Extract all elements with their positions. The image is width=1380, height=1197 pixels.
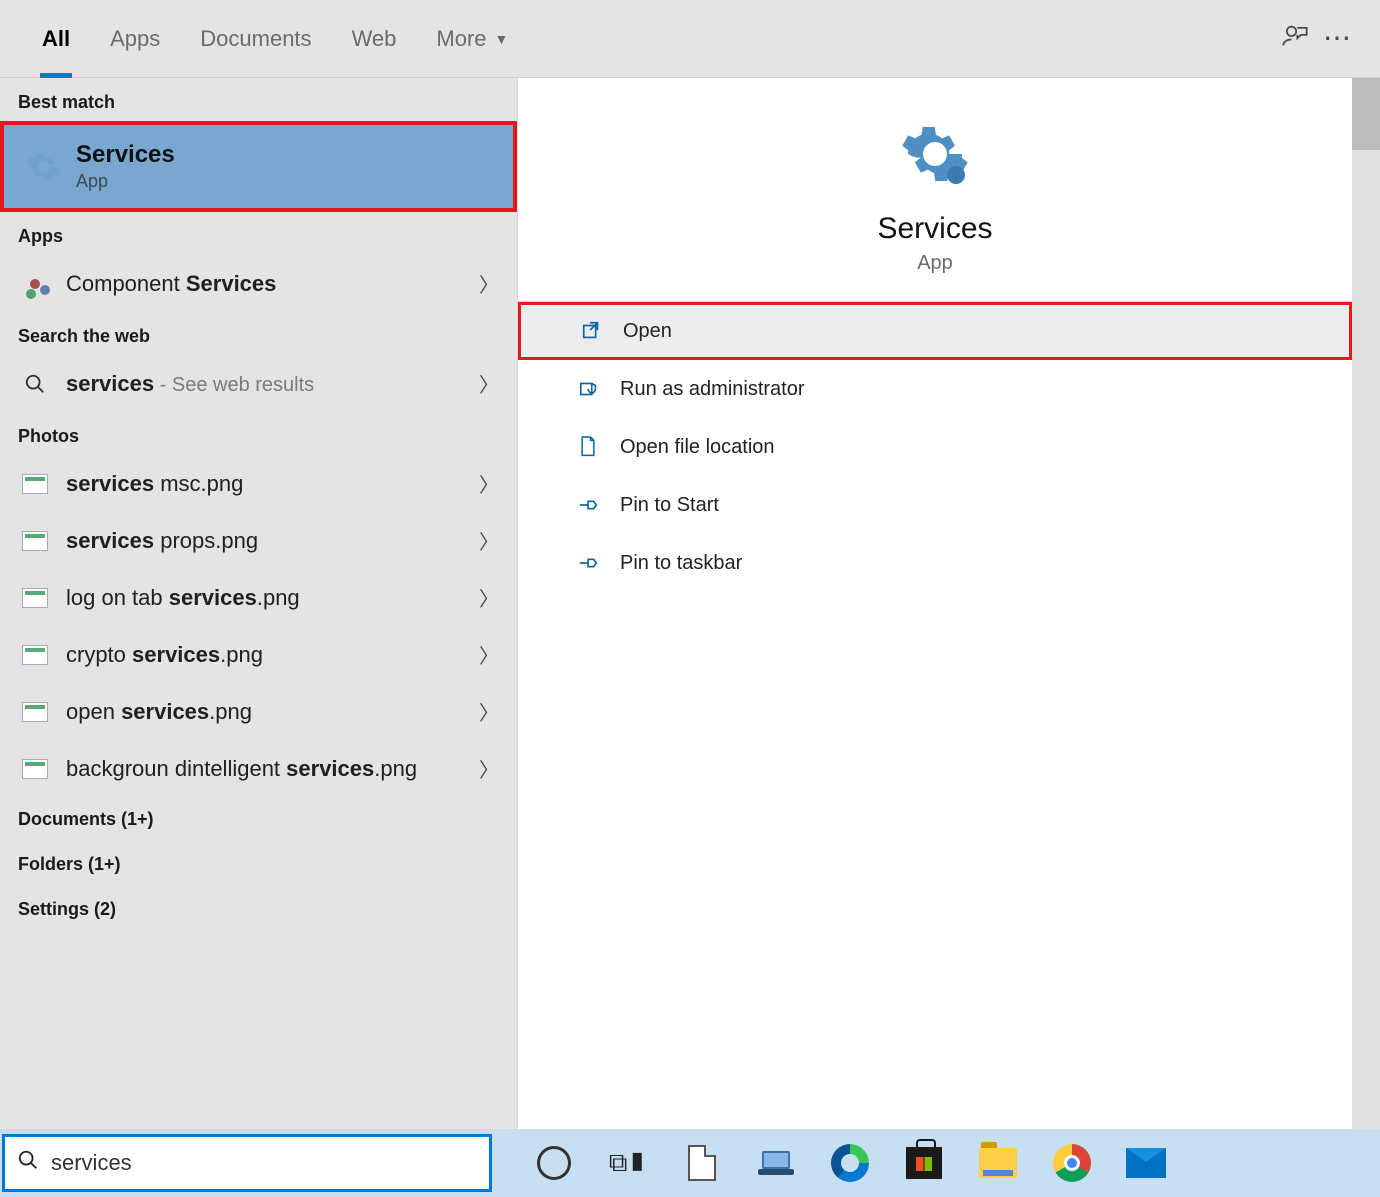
image-thumb-icon <box>18 642 52 668</box>
result-photo-3[interactable]: crypto services.png〉 <box>0 626 517 683</box>
result-photo-0[interactable]: services msc.png〉 <box>0 455 517 512</box>
best-match-title: Services <box>76 141 175 169</box>
result-label: crypto services.png <box>66 642 479 668</box>
action-open-location[interactable]: Open file location <box>518 418 1352 476</box>
action-open[interactable]: Open <box>518 302 1352 360</box>
image-thumb-icon <box>18 699 52 725</box>
section-documents[interactable]: Documents (1+) <box>0 797 517 842</box>
options-icon[interactable] <box>1316 24 1358 53</box>
result-photo-5[interactable]: backgroun dintelligent services.png〉 <box>0 740 517 797</box>
section-settings[interactable]: Settings (2) <box>0 887 517 932</box>
best-match-subtitle: App <box>76 171 175 192</box>
task-view-icon[interactable]: ⧉▮ <box>606 1141 650 1185</box>
result-apps-0[interactable]: Component Services 〉 <box>0 255 517 312</box>
scrollbar-thumb[interactable] <box>1352 78 1380 150</box>
chevron-right-icon: 〉 <box>479 269 499 298</box>
result-label: open services.png <box>66 699 479 725</box>
action-label: Open file location <box>620 436 775 459</box>
section-folders[interactable]: Folders (1+) <box>0 842 517 887</box>
search-icon <box>5 1149 51 1177</box>
results-list: Best match Services App Apps Component S… <box>0 78 518 1129</box>
microsoft-store-icon[interactable] <box>902 1141 946 1185</box>
cortana-icon[interactable] <box>532 1141 576 1185</box>
action-pin-taskbar[interactable]: Pin to taskbar <box>518 534 1352 592</box>
search-input[interactable] <box>51 1150 489 1176</box>
search-icon <box>18 371 52 397</box>
result-label: services msc.png <box>66 471 479 497</box>
tab-all[interactable]: All <box>22 0 90 78</box>
tab-apps[interactable]: Apps <box>90 0 180 78</box>
tab-more-label: More <box>436 26 486 52</box>
action-label: Pin to Start <box>620 494 719 517</box>
taskbar-search[interactable] <box>2 1134 492 1192</box>
tab-documents[interactable]: Documents <box>180 0 331 78</box>
services-gear-icon <box>22 145 66 189</box>
mail-icon[interactable] <box>1124 1141 1168 1185</box>
action-label: Run as administrator <box>620 378 805 401</box>
feedback-icon[interactable] <box>1274 22 1316 56</box>
chevron-right-icon: 〉 <box>479 640 499 669</box>
libreoffice-icon[interactable] <box>680 1141 724 1185</box>
action-label: Pin to taskbar <box>620 552 742 575</box>
scrollbar[interactable] <box>1352 78 1380 1129</box>
action-label: Open <box>623 320 672 343</box>
tab-more[interactable]: More ▼ <box>416 0 528 78</box>
search-tabs: All Apps Documents Web More ▼ <box>0 0 1380 78</box>
result-photo-2[interactable]: log on tab services.png〉 <box>0 569 517 626</box>
chrome-icon[interactable] <box>1050 1141 1094 1185</box>
preview-subtitle: App <box>917 252 953 275</box>
result-photo-4[interactable]: open services.png〉 <box>0 683 517 740</box>
chevron-right-icon: 〉 <box>479 754 499 783</box>
result-photo-1[interactable]: services props.png〉 <box>0 512 517 569</box>
image-thumb-icon <box>18 585 52 611</box>
preview-pane: Services App Open Run as administrator O… <box>518 78 1352 1129</box>
section-web: Search the web <box>0 312 517 355</box>
result-label: backgroun dintelligent services.png <box>66 756 479 782</box>
chevron-down-icon: ▼ <box>495 31 509 47</box>
result-label: log on tab services.png <box>66 585 479 611</box>
result-web[interactable]: services - See web results 〉 <box>0 355 517 412</box>
result-label: services props.png <box>66 528 479 554</box>
result-label: Component Services <box>66 271 479 297</box>
section-apps: Apps <box>0 212 517 255</box>
edge-icon[interactable] <box>828 1141 872 1185</box>
chevron-right-icon: 〉 <box>479 526 499 555</box>
best-match-result[interactable]: Services App <box>0 121 517 212</box>
component-services-icon <box>18 271 52 297</box>
chevron-right-icon: 〉 <box>479 697 499 726</box>
preview-title: Services <box>877 212 992 246</box>
section-photos: Photos <box>0 412 517 455</box>
pin-icon <box>578 553 620 573</box>
laptop-icon[interactable] <box>754 1141 798 1185</box>
pin-icon <box>578 495 620 515</box>
image-thumb-icon <box>18 756 52 782</box>
action-pin-start[interactable]: Pin to Start <box>518 476 1352 534</box>
section-best-match: Best match <box>0 78 517 121</box>
folder-icon <box>578 435 620 459</box>
chevron-right-icon: 〉 <box>479 369 499 398</box>
shield-icon <box>578 378 620 400</box>
open-icon <box>581 320 623 342</box>
image-thumb-icon <box>18 528 52 554</box>
tab-web[interactable]: Web <box>332 0 417 78</box>
chevron-right-icon: 〉 <box>479 469 499 498</box>
taskbar: ⧉▮ <box>0 1129 1380 1197</box>
result-label: services - See web results <box>66 371 479 397</box>
services-gear-icon <box>899 118 971 190</box>
file-explorer-icon[interactable] <box>976 1141 1020 1185</box>
chevron-right-icon: 〉 <box>479 583 499 612</box>
action-run-admin[interactable]: Run as administrator <box>518 360 1352 418</box>
image-thumb-icon <box>18 471 52 497</box>
